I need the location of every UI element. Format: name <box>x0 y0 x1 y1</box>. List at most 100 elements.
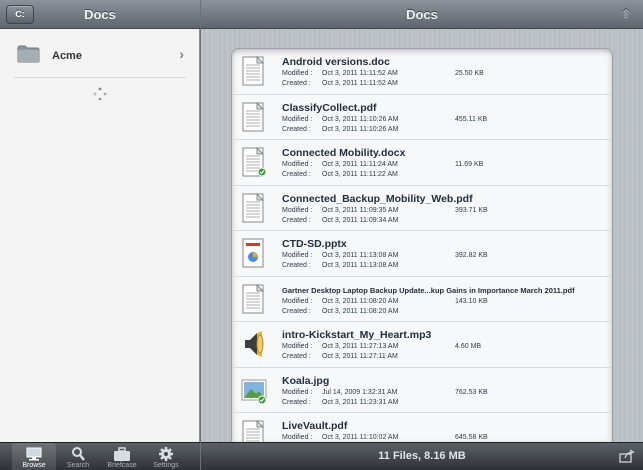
right-nav-bar: Docs ⇧ <box>201 0 643 29</box>
left-pane-title: Docs <box>84 7 116 22</box>
modified-date: Oct 3, 2011 11:13:08 AM <box>322 252 399 259</box>
file-name: LiveVault.pdf <box>282 420 348 432</box>
file-name: Gartner Desktop Laptop Backup Update...k… <box>282 285 575 295</box>
speaker-icon <box>245 331 264 357</box>
created-label: Created : <box>282 398 311 406</box>
modified-label: Modified : <box>282 70 313 77</box>
created-label: Created : <box>282 262 311 269</box>
modified-label: Modified : <box>282 252 313 259</box>
created-date: Oct 3, 2011 11:13:08 AM <box>322 262 399 269</box>
file-size: 455.11 KB <box>455 115 488 123</box>
file-row[interactable]: Connected Mobility.docx Modified : Oct 3, … <box>232 140 612 186</box>
up-arrow-icon[interactable]: ⇧ <box>619 7 633 21</box>
created-label: Created : <box>282 216 311 224</box>
modified-label: Modified : <box>282 434 313 441</box>
file-size: 4.60 MB <box>455 343 482 350</box>
modified-date: Oct 3, 2011 11:11:52 AM <box>322 70 398 77</box>
modified-date: Jul 14, 2009 1:32:31 AM <box>322 388 398 396</box>
modified-label: Modified : <box>282 297 313 305</box>
right-pane-title: Docs <box>406 7 438 22</box>
modified-date: Oct 3, 2011 11:10:26 AM <box>322 115 399 123</box>
file-name: ClassifyCollect.pdf <box>282 101 377 114</box>
doc-synced-icon <box>242 147 267 177</box>
doc-icon <box>242 420 265 442</box>
file-list: Android versions.doc Modified : Oct 3, 201… <box>231 48 613 442</box>
created-label: Created : <box>282 171 311 178</box>
doc-icon <box>242 101 265 131</box>
loading-spinner-icon <box>93 87 107 101</box>
tab-bar: Browse Search Briefcase Settings <box>0 442 200 470</box>
created-date: Oct 3, 2011 11:11:22 AM <box>322 171 398 178</box>
back-button[interactable]: C: <box>6 5 34 24</box>
file-size: 11.69 KB <box>455 161 484 168</box>
presentation-icon <box>242 238 264 268</box>
created-label: Created : <box>282 80 311 87</box>
status-text: 11 Files, 8.16 MB <box>378 450 466 462</box>
tab-label: Browse <box>22 462 46 469</box>
file-row[interactable]: CTD-SD.pptx Modified : Oct 3, 2011 11:13:0… <box>232 231 612 277</box>
left-nav-bar: C: Docs <box>0 0 200 29</box>
file-name: Koala.jpg <box>282 374 330 387</box>
tab-browse[interactable]: Browse <box>12 443 56 470</box>
monitor-icon <box>26 447 42 461</box>
file-row[interactable]: Koala.jpg Modified : Jul 14, 2009 1:32:31 … <box>232 368 612 413</box>
modified-label: Modified : <box>282 343 313 350</box>
tab-label: Search <box>66 462 90 469</box>
modified-date: Oct 3, 2011 11:09:35 AM <box>322 206 399 214</box>
created-label: Created : <box>282 125 311 133</box>
created-date: Oct 3, 2011 11:11:52 AM <box>322 80 398 87</box>
file-name: Android versions.doc <box>282 56 390 68</box>
tab-label: Briefcase <box>107 462 137 469</box>
modified-label: Modified : <box>282 388 313 396</box>
folder-item-acme[interactable]: Acme › <box>14 30 186 78</box>
doc-icon <box>242 283 265 313</box>
modified-date: Oct 3, 2011 11:27:13 AM <box>322 343 399 350</box>
gear-icon <box>159 447 173 461</box>
share-icon[interactable] <box>619 449 635 463</box>
file-size: 645.58 KB <box>455 434 488 441</box>
magnifier-icon <box>72 447 85 461</box>
right-pane: Docs ⇧ Android versions.doc Modified : Oct… <box>201 0 643 470</box>
tab-label: Settings <box>153 462 179 469</box>
file-size: 392.82 KB <box>455 252 488 259</box>
modified-label: Modified : <box>282 161 313 168</box>
modified-date: Oct 3, 2011 11:08:20 AM <box>322 297 399 305</box>
file-size: 762.53 KB <box>455 388 488 396</box>
modified-label: Modified : <box>282 115 313 123</box>
file-name: CTD-SD.pptx <box>282 238 347 250</box>
file-row[interactable]: Android versions.doc Modified : Oct 3, 201… <box>232 49 612 95</box>
created-label: Created : <box>282 353 311 360</box>
file-size: 143.10 KB <box>455 297 488 305</box>
modified-date: Oct 3, 2011 11:11:24 AM <box>322 161 398 168</box>
file-row[interactable]: Connected_Backup_Mobility_Web.pdf Modifie… <box>232 186 612 231</box>
file-row[interactable]: intro-Kickstart_My_Heart.mp3 Modified : Oc… <box>232 322 612 368</box>
created-date: Oct 3, 2011 11:23:31 AM <box>322 398 399 406</box>
folder-label: Acme <box>52 50 82 62</box>
left-pane: C: Docs Acme › Browse Search Briefcase S… <box>0 0 200 470</box>
file-row[interactable]: ClassifyCollect.pdf Modified : Oct 3, 2011… <box>232 95 612 140</box>
modified-label: Modified : <box>282 206 313 214</box>
file-size: 393.71 KB <box>455 206 488 214</box>
tab-search[interactable]: Search <box>56 443 100 470</box>
file-row[interactable]: Gartner Desktop Laptop Backup Update...k… <box>232 277 612 322</box>
briefcase-icon <box>114 447 130 461</box>
tab-settings[interactable]: Settings <box>144 443 188 470</box>
doc-icon <box>242 56 265 86</box>
image-synced-icon <box>241 379 267 404</box>
created-date: Oct 3, 2011 11:27:11 AM <box>322 353 398 360</box>
file-name: Connected_Backup_Mobility_Web.pdf <box>282 192 473 205</box>
created-date: Oct 3, 2011 11:10:26 AM <box>322 125 399 133</box>
file-name: Connected Mobility.docx <box>282 147 406 159</box>
tab-briefcase[interactable]: Briefcase <box>100 443 144 470</box>
file-row[interactable]: LiveVault.pdf Modified : Oct 3, 2011 11:10… <box>232 413 612 442</box>
status-bar: 11 Files, 8.16 MB <box>201 442 643 470</box>
file-size: 25.50 KB <box>455 70 484 77</box>
created-label: Created : <box>282 307 311 315</box>
chevron-right-icon: › <box>179 46 184 62</box>
created-date: Oct 3, 2011 11:08:20 AM <box>322 307 399 315</box>
file-name: intro-Kickstart_My_Heart.mp3 <box>282 329 432 341</box>
folder-list: Acme › <box>0 30 200 101</box>
folder-icon <box>17 45 40 63</box>
modified-date: Oct 3, 2011 11:10:02 AM <box>322 434 399 441</box>
doc-icon <box>242 192 265 222</box>
